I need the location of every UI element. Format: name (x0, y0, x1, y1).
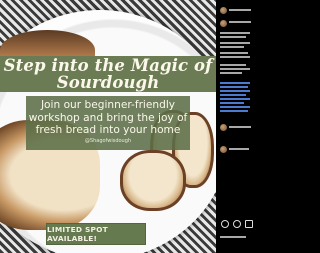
hashtag-line[interactable] (220, 94, 246, 96)
comment-line (220, 72, 242, 74)
comment-line (220, 42, 250, 44)
brand-handle: @Shagofwisdough (84, 138, 132, 144)
avatar[interactable] (220, 124, 227, 131)
hashtag-line[interactable] (220, 102, 244, 104)
send-icon[interactable] (245, 220, 253, 228)
comment-line (229, 148, 249, 150)
comment-line (220, 52, 248, 54)
comment-line (229, 21, 251, 23)
hashtag-line[interactable] (220, 90, 250, 92)
comment-line (220, 56, 250, 58)
action-bar (221, 220, 253, 228)
headline: Step into the Magic of Sourdough (3, 56, 213, 92)
avatar[interactable] (220, 146, 227, 153)
comment-icon[interactable] (233, 220, 241, 228)
comment-line (220, 32, 250, 34)
comment-line (220, 236, 246, 238)
comment-line (220, 64, 246, 66)
hashtag-line[interactable] (220, 98, 250, 100)
comment-line (229, 126, 251, 128)
hashtag-line[interactable] (220, 110, 248, 112)
subtext: Join our beginner-friendly workshop and … (28, 99, 188, 136)
hashtag-line[interactable] (220, 82, 250, 84)
comment-line (220, 68, 250, 70)
heart-icon[interactable] (221, 220, 229, 228)
bread-slice (120, 150, 186, 211)
hashtag-line[interactable] (220, 86, 248, 88)
comment-line (220, 36, 246, 38)
comment-line (220, 46, 244, 48)
hashtag-line[interactable] (220, 106, 250, 108)
post-image: Step into the Magic of Sourdough Join ou… (0, 0, 216, 253)
avatar[interactable] (220, 7, 227, 14)
limited-spot-button[interactable]: LIMITED SPOT AVAILABLE! (46, 223, 146, 245)
comment-line (229, 9, 251, 11)
avatar[interactable] (220, 20, 227, 27)
comments-sidebar (216, 0, 253, 253)
